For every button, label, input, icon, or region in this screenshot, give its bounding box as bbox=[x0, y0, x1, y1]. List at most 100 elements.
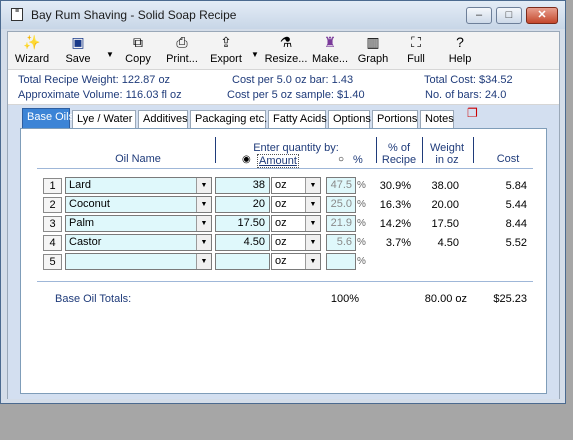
export-label: Export bbox=[210, 53, 242, 65]
unit-select[interactable]: oz ▼ bbox=[271, 177, 321, 194]
dropdown-arrow-icon[interactable]: ▼ bbox=[305, 254, 320, 269]
dropdown-arrow-icon[interactable]: ▼ bbox=[196, 235, 211, 250]
unit-select[interactable]: oz ▼ bbox=[271, 253, 321, 270]
enter-quantity-label: Enter quantity by: bbox=[253, 142, 339, 154]
full-label: Full bbox=[407, 53, 425, 65]
make-button[interactable]: ♜ Make... bbox=[308, 34, 352, 67]
totals-rule bbox=[37, 281, 533, 282]
percent-of-recipe: 3.7% bbox=[385, 237, 411, 249]
amount-radio[interactable]: ◉ bbox=[242, 154, 251, 165]
row-number[interactable]: 4 bbox=[43, 235, 62, 251]
dropdown-arrow-icon[interactable]: ▼ bbox=[305, 178, 320, 193]
percent-input[interactable]: 5.6 bbox=[326, 234, 356, 251]
help-button[interactable]: ? Help bbox=[442, 34, 478, 67]
tab-packaging[interactable]: Packaging etc. bbox=[190, 110, 267, 128]
oil-cost: 5.44 bbox=[505, 199, 527, 211]
percent-input[interactable]: 21.9 bbox=[326, 215, 356, 232]
weight-oz: 17.50 bbox=[431, 218, 459, 230]
cost-per-bar: Cost per 5.0 oz bar: 1.43 bbox=[232, 74, 354, 86]
tab-base-oils[interactable]: Base Oils bbox=[22, 108, 74, 128]
wizard-button[interactable]: ✨ Wizard bbox=[12, 34, 52, 67]
maximize-button[interactable]: □ bbox=[496, 7, 522, 24]
export-button[interactable]: ⇪ Export bbox=[206, 34, 246, 67]
percent-input[interactable]: 25.0 bbox=[326, 196, 356, 213]
oil-name-select[interactable]: ▼ bbox=[65, 253, 212, 270]
export-icon: ⇪ bbox=[220, 34, 232, 50]
row-number[interactable]: 1 bbox=[43, 178, 62, 194]
dropdown-arrow-icon[interactable]: ▼ bbox=[196, 254, 211, 269]
printer-icon: ⎙ bbox=[176, 34, 188, 50]
oil-name-select[interactable]: Palm ▼ bbox=[65, 215, 212, 232]
amount-input[interactable]: 20 bbox=[215, 196, 270, 213]
dropdown-arrow-icon[interactable]: ▼ bbox=[305, 235, 320, 250]
minimize-button[interactable]: – bbox=[466, 7, 492, 24]
row-number[interactable]: 3 bbox=[43, 216, 62, 232]
toolbar: ✨ Wizard ▣ Save ▼ ⧉ Copy ⎙ Print... ⇪ Ex… bbox=[8, 32, 559, 70]
app-window: ≡ Bay Rum Shaving - Solid Soap Recipe – … bbox=[0, 0, 566, 404]
number-of-bars: No. of bars: 24.0 bbox=[425, 89, 507, 101]
oil-name-select[interactable]: Coconut ▼ bbox=[65, 196, 212, 213]
percent-input[interactable] bbox=[326, 253, 356, 270]
percent-radio[interactable]: ○ bbox=[338, 154, 344, 165]
tab-notes[interactable]: Notes bbox=[420, 110, 454, 128]
amount-input[interactable]: 4.50 bbox=[215, 234, 270, 251]
tab-fatty-acids[interactable]: Fatty Acids bbox=[268, 110, 327, 128]
save-button[interactable]: ▣ Save bbox=[58, 34, 98, 67]
row-number[interactable]: 5 bbox=[43, 254, 62, 270]
amount-input[interactable]: 17.50 bbox=[215, 215, 270, 232]
resize-label: Resize... bbox=[264, 53, 308, 65]
oil-cost: 5.84 bbox=[505, 180, 527, 192]
dropdown-arrow-icon[interactable]: ▼ bbox=[196, 197, 211, 212]
window-title: Bay Rum Shaving - Solid Soap Recipe bbox=[31, 8, 237, 22]
header-divider bbox=[215, 137, 216, 163]
weight-oz: 20.00 bbox=[431, 199, 459, 211]
dropdown-arrow-icon[interactable]: ▼ bbox=[305, 216, 320, 231]
oil-name-value: Lard bbox=[69, 179, 92, 191]
close-button[interactable]: ✕ bbox=[526, 7, 558, 24]
unit-select[interactable]: oz ▼ bbox=[271, 215, 321, 232]
dropdown-arrow-icon[interactable]: ▼ bbox=[305, 197, 320, 212]
save-dropdown-arrow-icon[interactable]: ▼ bbox=[106, 50, 114, 59]
amount-input[interactable]: 38 bbox=[215, 177, 270, 194]
make-icon: ♜ bbox=[323, 34, 337, 50]
tab-lye-water[interactable]: Lye / Water bbox=[72, 110, 136, 128]
tab-options[interactable]: Options bbox=[328, 110, 371, 128]
percent-radio-label[interactable]: % bbox=[353, 154, 363, 166]
oil-name-value: Palm bbox=[69, 217, 95, 229]
dropdown-arrow-icon[interactable]: ▼ bbox=[196, 216, 211, 231]
amount-radio-label[interactable]: Amount bbox=[257, 154, 299, 168]
totals-label: Base Oil Totals: bbox=[55, 293, 132, 305]
graph-label: Graph bbox=[357, 53, 389, 65]
oil-name-header: Oil Name bbox=[115, 153, 161, 165]
percent-input[interactable]: 47.5 bbox=[326, 177, 356, 194]
unit-value: oz bbox=[275, 236, 287, 248]
new-note-icon[interactable]: ❐ bbox=[467, 106, 478, 120]
amount-input[interactable] bbox=[215, 253, 270, 270]
dropdown-arrow-icon[interactable]: ▼ bbox=[196, 178, 211, 193]
copy-button[interactable]: ⧉ Copy bbox=[118, 34, 158, 67]
approx-volume: Approximate Volume: 116.03 fl oz bbox=[18, 89, 182, 101]
weight-oz: 38.00 bbox=[431, 180, 459, 192]
resize-icon: ⚗ bbox=[279, 34, 293, 50]
full-button[interactable]: ⛶ Full bbox=[398, 34, 434, 67]
title-bar[interactable]: ≡ Bay Rum Shaving - Solid Soap Recipe – … bbox=[1, 1, 565, 29]
graph-button[interactable]: ▥ Graph bbox=[353, 34, 393, 67]
recipe-summary: Total Recipe Weight: 122.87 oz Approxima… bbox=[8, 70, 559, 105]
wand-icon: ✨ bbox=[23, 34, 41, 50]
oil-name-select[interactable]: Lard ▼ bbox=[65, 177, 212, 194]
tab-portions[interactable]: Portions bbox=[372, 110, 418, 128]
export-dropdown-arrow-icon[interactable]: ▼ bbox=[251, 50, 259, 59]
unit-value: oz bbox=[275, 198, 287, 210]
resize-button[interactable]: ⚗ Resize... bbox=[262, 34, 310, 67]
print-button[interactable]: ⎙ Print... bbox=[160, 34, 204, 67]
oil-name-value: Coconut bbox=[69, 198, 110, 210]
oil-name-value: Castor bbox=[69, 236, 102, 248]
tab-additives[interactable]: Additives bbox=[138, 110, 188, 128]
oil-name-select[interactable]: Castor ▼ bbox=[65, 234, 212, 251]
unit-select[interactable]: oz ▼ bbox=[271, 234, 321, 251]
unit-select[interactable]: oz ▼ bbox=[271, 196, 321, 213]
row-number[interactable]: 2 bbox=[43, 197, 62, 213]
fullscreen-icon: ⛶ bbox=[411, 34, 421, 50]
cost-per-sample: Cost per 5 oz sample: $1.40 bbox=[227, 89, 365, 101]
totals-cost: $25.23 bbox=[493, 293, 527, 305]
